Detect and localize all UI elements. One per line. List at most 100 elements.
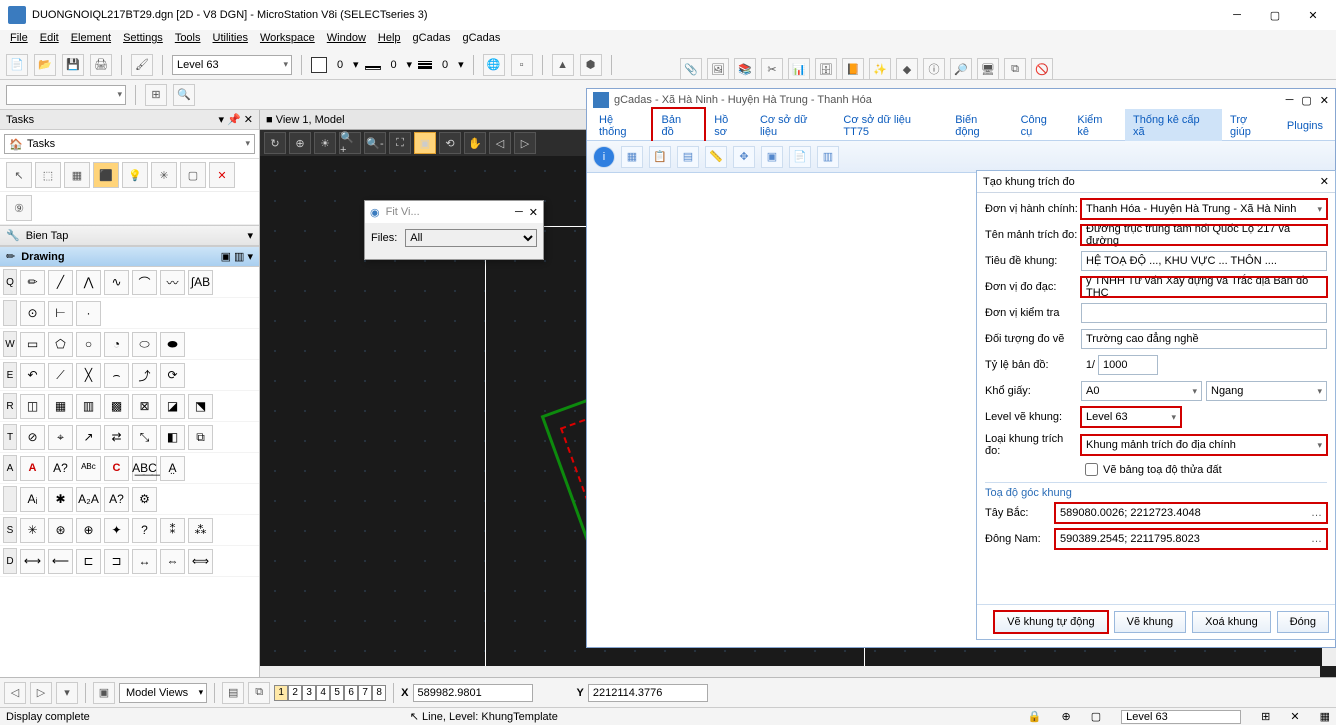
menu-window[interactable]: Window (327, 32, 366, 48)
gcadas-min-icon[interactable]: ─ (1286, 94, 1294, 107)
tool-a3[interactable]: ᴬᴮᶜ (76, 456, 101, 481)
gc-menu-congcu[interactable]: Công cụ (1013, 109, 1070, 143)
view-fit-icon[interactable]: ⛶ (389, 132, 411, 154)
keyin-field[interactable] (6, 85, 126, 105)
menu-workspace[interactable]: Workspace (260, 32, 315, 48)
tool-d6[interactable]: ⇔ (160, 549, 185, 574)
btn-vekhung[interactable]: Vẽ khung (1114, 611, 1186, 633)
lock-icon[interactable]: 🔒 (1028, 710, 1042, 723)
tool-r7[interactable]: ⬔ (188, 394, 213, 419)
field-tieude[interactable]: HỆ TOẠ ĐỘ ..., KHU VỰC ... THÔN .... (1081, 251, 1327, 271)
gc-menu-csdl[interactable]: Cơ sở dữ liệu (752, 109, 835, 143)
panel-close-icon[interactable]: ✕ (1320, 175, 1329, 188)
minimize-icon[interactable]: ─ (1222, 5, 1252, 25)
menu-edit[interactable]: Edit (40, 32, 59, 48)
gcadas-close-icon[interactable]: ✕ (1320, 94, 1329, 107)
tool-s6[interactable]: ⁑ (160, 518, 185, 543)
view-target-icon[interactable]: ⊕ (289, 132, 311, 154)
highlighted-tool-icon[interactable]: ⬛ (93, 162, 119, 188)
gc-ruler-icon[interactable]: 📏 (705, 146, 727, 168)
paint-icon[interactable]: 🖌 (131, 54, 153, 76)
tool-w1[interactable]: ▭ (20, 332, 45, 357)
cube-icon[interactable]: ⬢ (580, 54, 602, 76)
gc-layers-icon[interactable]: 📋 (649, 146, 671, 168)
view-zoomout-icon[interactable]: 🔍- (364, 132, 386, 154)
sel-rect-icon[interactable]: ⬚ (35, 162, 61, 188)
gc-menu-biendong[interactable]: Biến động (947, 109, 1012, 143)
delete-icon[interactable]: ✕ (209, 162, 235, 188)
x-coord-input[interactable] (413, 684, 533, 702)
tool-r1[interactable]: ◫ (20, 394, 45, 419)
tool-e1[interactable]: ↶ (20, 363, 45, 388)
snap-icon[interactable]: ⊕ (1062, 710, 1071, 723)
arrow-icon[interactable]: ↖ (6, 162, 32, 188)
view-next-icon[interactable]: ▷ (514, 132, 536, 154)
gc-frame-icon[interactable]: ▣ (761, 146, 783, 168)
tool-e3[interactable]: ╳ (76, 363, 101, 388)
tool-a6[interactable]: A̤ (160, 456, 185, 481)
fence-icon[interactable]: ▦ (64, 162, 90, 188)
tool-a5[interactable]: A͟B͟C͟ (132, 456, 157, 481)
view-btn-1[interactable]: 1 (274, 685, 288, 701)
status-level-field[interactable]: Level 63 (1121, 710, 1241, 724)
view-btn-6[interactable]: 6 (344, 685, 358, 701)
find-icon[interactable]: 🔍 (173, 84, 195, 106)
sb2-tool1-icon[interactable]: ⊞ (1261, 710, 1270, 723)
grid-settings-icon[interactable]: ⊞ (145, 84, 167, 106)
gc-menu-trogiup[interactable]: Trợ giúp (1222, 109, 1279, 143)
tool-q6[interactable]: 〰 (160, 270, 185, 295)
fit-dlg-min-icon[interactable]: ─ (515, 206, 523, 218)
tool-d3[interactable]: ⊏ (76, 549, 101, 574)
tool-a10[interactable]: A? (104, 487, 129, 512)
tasks-controls[interactable]: ▾ 📌 ✕ (218, 113, 253, 126)
field-dvdd[interactable]: y TNHH Tư vấn Xây dựng và Trắc địa Bản đ… (1081, 277, 1327, 297)
sb2-box-icon[interactable]: ▢ (1091, 710, 1101, 723)
3d-icon[interactable]: ▲ (552, 54, 574, 76)
fit-files-select[interactable]: All (405, 229, 537, 247)
bien-tap-section[interactable]: 🔧 Bien Tap ▾ (0, 225, 259, 246)
tool-t4[interactable]: ⇄ (104, 425, 129, 450)
tool-a9[interactable]: A₂A (76, 487, 101, 512)
gc-move-icon[interactable]: ✥ (733, 146, 755, 168)
stop-icon[interactable]: 🚫 (1031, 58, 1053, 80)
tool-t3[interactable]: ↗ (76, 425, 101, 450)
view-btn-7[interactable]: 7 (358, 685, 372, 701)
weight-swatch[interactable] (418, 61, 432, 69)
tool-a11[interactable]: ⚙ (132, 487, 157, 512)
field-taybac[interactable]: 589080.0026; 2212723.4048 (1055, 503, 1327, 523)
tool-q5[interactable]: ⌒ (132, 270, 157, 295)
sb-model-icon[interactable]: ▣ (93, 682, 115, 704)
tool-e5[interactable]: ⤴ (132, 363, 157, 388)
tool-a2[interactable]: A? (48, 456, 73, 481)
menu-help[interactable]: Help (378, 32, 401, 48)
view-btn-2[interactable]: 2 (288, 685, 302, 701)
gc-menu-csdl75[interactable]: Cơ sở dữ liệu TT75 (835, 109, 947, 143)
tool-t2[interactable]: ⌖ (48, 425, 73, 450)
open-file-icon[interactable]: 📂 (34, 54, 56, 76)
square-icon[interactable]: ▫ (511, 54, 533, 76)
tool-q1[interactable]: ✏ (20, 270, 45, 295)
close-icon[interactable]: ✕ (1298, 5, 1328, 25)
field-huong[interactable]: Ngang (1206, 381, 1327, 401)
field-scale[interactable]: 1000 (1098, 355, 1158, 375)
save-icon[interactable]: 💾 (62, 54, 84, 76)
menu-file[interactable]: File (10, 32, 28, 48)
tool-a7[interactable]: Aᵢ (20, 487, 45, 512)
tool-a8[interactable]: ✱ (48, 487, 73, 512)
btn-xoakhung[interactable]: Xoá khung (1192, 611, 1271, 633)
field-khogiay[interactable]: A0 (1081, 381, 1202, 401)
gc-grid-icon[interactable]: ▦ (621, 146, 643, 168)
view-sun-icon[interactable]: ☀ (314, 132, 336, 154)
view-btn-4[interactable]: 4 (316, 685, 330, 701)
menu-tools[interactable]: Tools (175, 32, 201, 48)
measure-icon[interactable]: ✳ (151, 162, 177, 188)
display-icon[interactable]: 🖥 (977, 58, 999, 80)
menu-gcadas-2[interactable]: gCadas (462, 32, 500, 48)
levels-icon[interactable]: 📊 (788, 58, 810, 80)
tool-s4[interactable]: ✦ (104, 518, 129, 543)
gc-menu-kiemke[interactable]: Kiểm kê (1069, 109, 1125, 143)
field-doituong[interactable]: Trường cao đẳng nghề (1081, 329, 1327, 349)
tool-s5[interactable]: ? (132, 518, 157, 543)
view-pan-icon[interactable]: ✋ (464, 132, 486, 154)
bulb-icon[interactable]: 💡 (122, 162, 148, 188)
